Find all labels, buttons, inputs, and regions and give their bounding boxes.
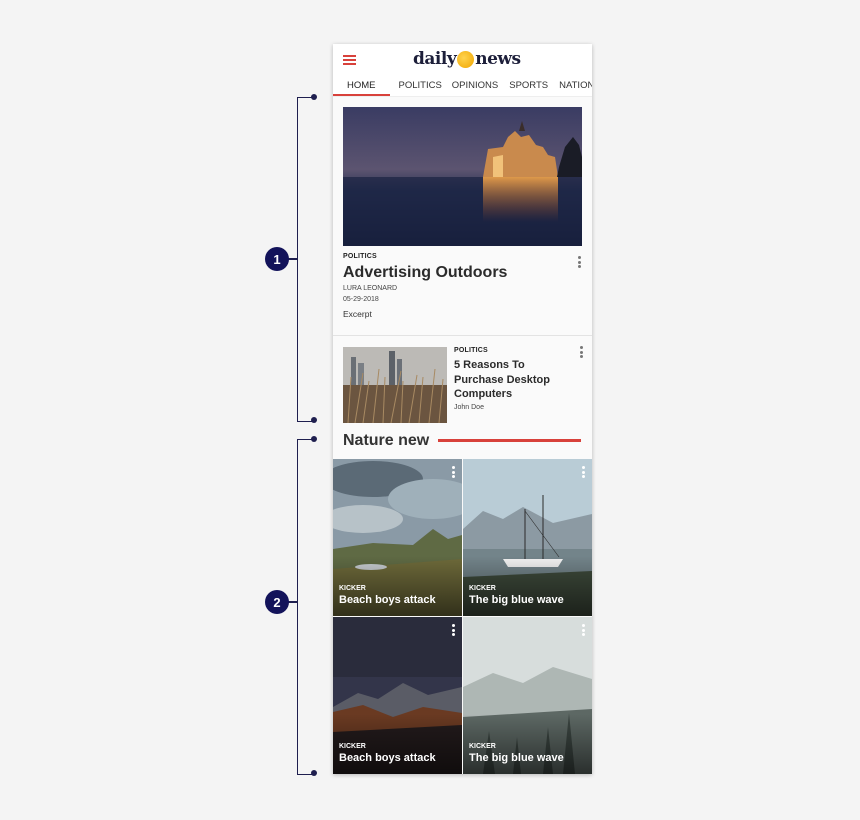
featured-article-card[interactable]: POLITICS Advertising Outdoors LURA LEONA… (333, 246, 592, 336)
secondary-kicker: POLITICS (454, 347, 488, 354)
secondary-article-card[interactable]: POLITICS 5 Reasons To Purchase Desktop C… (333, 336, 592, 424)
section-accent-line (438, 439, 581, 442)
section-header: Nature new (333, 424, 592, 451)
tab-home[interactable]: HOME (333, 74, 390, 96)
hamburger-menu-icon[interactable] (343, 55, 356, 65)
featured-author: LURA LEONARD (343, 285, 398, 292)
secondary-text: POLITICS 5 Reasons To Purchase Desktop C… (454, 347, 574, 411)
more-options-icon[interactable] (582, 466, 586, 480)
nav-tabs: HOME POLITICS OPINIONS SPORTS NATION (333, 74, 592, 97)
app-header: daily news (333, 44, 592, 74)
phone-screen: daily news HOME POLITICS OPINIONS SPORTS… (333, 44, 592, 774)
featured-headline[interactable]: Advertising Outdoors (343, 264, 582, 282)
tab-politics[interactable]: POLITICS (390, 74, 442, 96)
app-logo[interactable]: daily news (413, 49, 521, 69)
featured-excerpt: Excerpt (343, 309, 372, 319)
sun-logo-icon (457, 50, 475, 68)
secondary-headline[interactable]: 5 Reasons To Purchase Desktop Computers (454, 358, 574, 402)
tile-title[interactable]: Beach boys attack (339, 594, 436, 606)
annotation-badge-1: 1 (265, 247, 289, 271)
featured-image[interactable] (343, 107, 582, 246)
tile-title[interactable]: The big blue wave (469, 752, 564, 764)
featured-kicker: POLITICS (343, 253, 377, 260)
more-options-icon[interactable] (578, 256, 582, 270)
grid-tile[interactable]: KICKER Beach boys attack (333, 617, 462, 774)
tile-title[interactable]: The big blue wave (469, 594, 564, 606)
grid-tile[interactable]: KICKER The big blue wave (463, 459, 592, 616)
tile-kicker: KICKER (339, 585, 366, 592)
grid-tile[interactable]: KICKER Beach boys attack (333, 459, 462, 616)
secondary-thumbnail[interactable] (343, 347, 447, 423)
more-options-icon[interactable] (452, 624, 456, 638)
tile-kicker: KICKER (469, 585, 496, 592)
featured-date: 05-29-2018 (343, 296, 379, 303)
nature-grid: KICKER Beach boys attack KICKER The big … (333, 459, 592, 774)
section-title: Nature new (343, 432, 430, 449)
more-options-icon[interactable] (582, 624, 586, 638)
more-options-icon[interactable] (452, 466, 456, 480)
secondary-author: John Doe (454, 403, 484, 411)
logo-text-daily: daily (413, 49, 457, 69)
tab-opinions[interactable]: OPINIONS (442, 74, 498, 96)
tile-kicker: KICKER (469, 743, 496, 750)
logo-text-news: news (475, 49, 521, 69)
tab-sports[interactable]: SPORTS (498, 74, 548, 96)
tile-kicker: KICKER (339, 743, 366, 750)
annotation-badge-2: 2 (265, 590, 289, 614)
tab-nation[interactable]: NATION (548, 74, 592, 96)
grid-tile[interactable]: KICKER The big blue wave (463, 617, 592, 774)
more-options-icon[interactable] (580, 346, 584, 360)
tile-title[interactable]: Beach boys attack (339, 752, 436, 764)
